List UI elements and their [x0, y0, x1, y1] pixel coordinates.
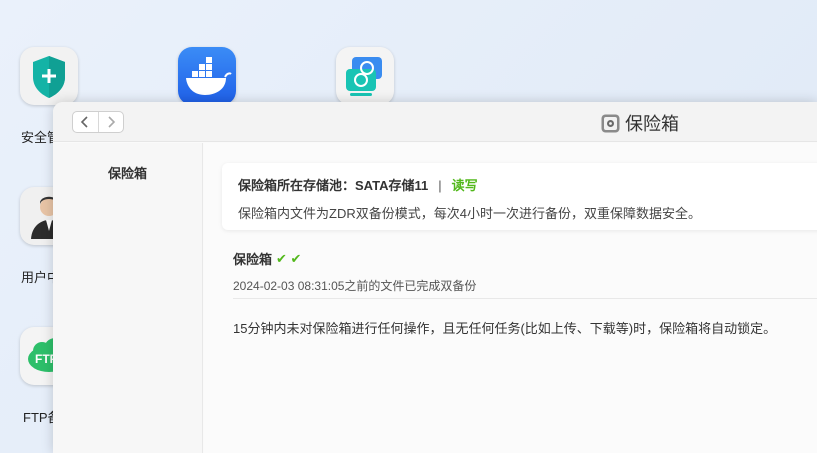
separator: | [438, 178, 442, 193]
window-title: 保险箱 [601, 110, 679, 136]
safe-box-section-header: 保险箱 ✔ ✔ [233, 249, 301, 268]
safe-box-window: 保险箱 保险箱 保险箱所在存储池：SATA存储11 | 读写 保险箱内文件为ZDR双… [53, 102, 817, 453]
storage-info-card: 保险箱所在存储池：SATA存储11 | 读写 保险箱内文件为ZDR双备份模式，每次4… [222, 163, 817, 230]
access-mode-badge: 读写 [451, 178, 478, 193]
main-content: 保险箱所在存储池：SATA存储11 | 读写 保险箱内文件为ZDR双备份模式，每次4… [204, 143, 817, 453]
title-bar: 保险箱 [53, 102, 817, 142]
sync-app-icon[interactable] [336, 47, 394, 105]
safe-icon [601, 114, 620, 132]
forward-button[interactable] [97, 112, 124, 132]
sidebar-item-safe-box[interactable]: 保险箱 [108, 163, 147, 182]
storage-pool-label: 保险箱所在存储池：SATA存储11 [238, 178, 429, 193]
security-app-icon[interactable] [20, 47, 78, 105]
divider [233, 298, 817, 299]
chevron-left-icon [81, 116, 88, 128]
nav-button-group [72, 111, 124, 133]
storage-pool-line: 保险箱所在存储池：SATA存储11 | 读写 [238, 175, 478, 194]
docker-app-icon[interactable] [178, 47, 236, 105]
backup-status-text: 2024-02-03 08:31:05之前的文件已完成双备份 [233, 279, 477, 293]
auto-lock-note: 15分钟内未对保险箱进行任何操作，且无任何任务(比如上传、下载等)时，保险箱将自… [233, 321, 777, 336]
check-icon: ✔ ✔ [276, 250, 302, 266]
window-title-text: 保险箱 [625, 114, 679, 134]
sidebar: 保险箱 [53, 143, 203, 453]
backup-mode-description: 保险箱内文件为ZDR双备份模式，每次4小时一次进行备份，双重保障数据安全。 [238, 206, 701, 221]
chevron-right-icon [108, 116, 115, 128]
back-button[interactable] [73, 112, 98, 132]
section-title: 保险箱 [233, 252, 273, 267]
